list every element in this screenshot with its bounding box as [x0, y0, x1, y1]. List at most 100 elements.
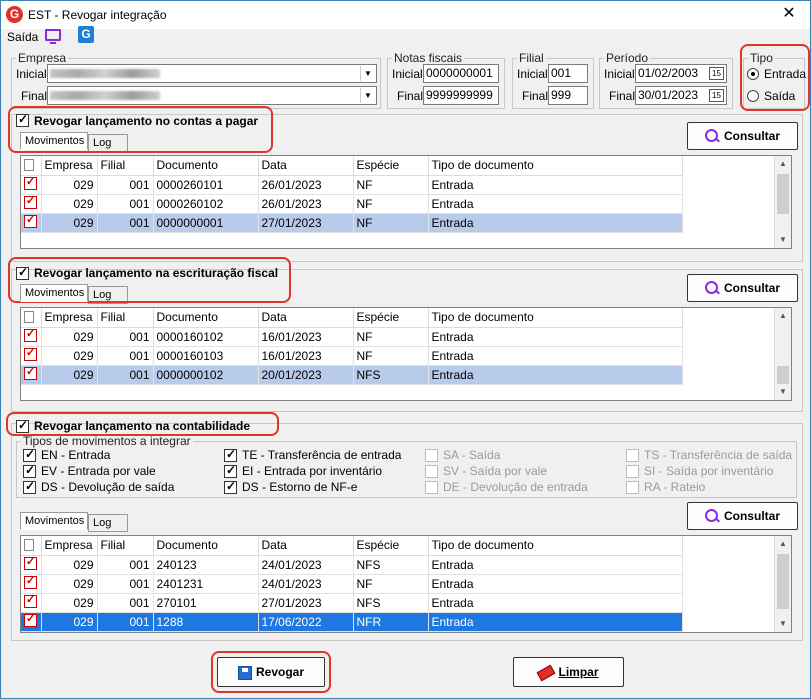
tipo-movimento-label[interactable]: EV - Entrada por vale: [41, 464, 156, 478]
table-row[interactable]: 029001000000010220/01/2023NFSEntrada: [21, 365, 683, 385]
tab-movimentos[interactable]: Movimentos: [20, 284, 88, 302]
tab-movimentos[interactable]: Movimentos: [20, 512, 88, 530]
scroll-up-icon[interactable]: ▲: [775, 536, 791, 552]
tipo-movimento-label[interactable]: EN - Entrada: [41, 448, 110, 462]
row-checkbox[interactable]: [24, 612, 37, 627]
row-checkbox-cell[interactable]: [21, 327, 42, 347]
column-header[interactable]: Filial: [97, 308, 154, 328]
chevron-down-icon[interactable]: ▼: [360, 88, 375, 103]
tipo-movimento-label[interactable]: DS - Estorno de NF-e: [242, 480, 357, 494]
table-row[interactable]: 02900124012324/01/2023NFSEntrada: [21, 555, 683, 575]
tipo-movimento-checkbox[interactable]: [224, 479, 237, 494]
table-row[interactable]: 029001000026010126/01/2023NFEntrada: [21, 175, 683, 195]
empresa-final-combo[interactable]: ▼: [47, 86, 377, 105]
column-header[interactable]: Espécie: [353, 536, 429, 556]
column-header[interactable]: Documento: [153, 308, 259, 328]
notas-final-input[interactable]: 9999999999: [423, 86, 499, 105]
tipo-movimento-checkbox[interactable]: [23, 463, 36, 478]
column-header[interactable]: Tipo de documento: [428, 156, 683, 176]
close-window-button[interactable]: ✕: [774, 3, 804, 25]
tab-movimentos[interactable]: Movimentos: [20, 132, 88, 150]
limpar-button[interactable]: Limpar: [513, 657, 624, 687]
filial-inicial-input[interactable]: 001: [548, 64, 588, 83]
table-row[interactable]: 02900127010127/01/2023NFSEntrada: [21, 593, 683, 613]
scroll-down-icon[interactable]: ▼: [775, 616, 791, 632]
row-checkbox[interactable]: [24, 555, 37, 570]
escrituracao-checkbox[interactable]: [16, 265, 29, 280]
column-header[interactable]: Data: [258, 536, 354, 556]
column-header[interactable]: Tipo de documento: [428, 536, 683, 556]
row-checkbox-cell[interactable]: [21, 346, 42, 366]
tipo-saida-radio[interactable]: [747, 90, 759, 102]
table-row[interactable]: 029001128817/06/2022NFREntrada: [21, 612, 683, 632]
column-header[interactable]: Tipo de documento: [428, 308, 683, 328]
tab-log[interactable]: Log: [88, 134, 128, 152]
notas-inicial-input[interactable]: 0000000001: [423, 64, 499, 83]
column-header[interactable]: Espécie: [353, 156, 429, 176]
vertical-scrollbar[interactable]: ▲ ▼: [774, 536, 791, 632]
contas-pagar-title[interactable]: Revogar lançamento no contas a pagar: [34, 114, 258, 128]
tipo-movimento-checkbox[interactable]: [23, 479, 36, 494]
column-header[interactable]: Empresa: [41, 308, 98, 328]
periodo-final-date[interactable]: 30/01/2023 15: [635, 86, 727, 105]
row-checkbox-cell[interactable]: [21, 612, 42, 632]
monitor-icon[interactable]: [45, 29, 61, 44]
row-checkbox[interactable]: [24, 346, 37, 361]
consultar-button[interactable]: Consultar: [687, 502, 798, 530]
column-header[interactable]: Filial: [97, 156, 154, 176]
row-checkbox[interactable]: [24, 213, 37, 228]
row-checkbox-cell[interactable]: [21, 555, 42, 575]
empresa-inicial-combo[interactable]: ▼: [47, 64, 377, 83]
row-checkbox[interactable]: [24, 574, 37, 589]
column-header[interactable]: Data: [258, 156, 354, 176]
contas-pagar-grid[interactable]: Empresa Filial Documento Data Espécie Tipo de…: [20, 155, 792, 249]
row-checkbox[interactable]: [24, 175, 37, 190]
tipo-movimento-label[interactable]: TE - Transferência de entrada: [242, 448, 401, 462]
table-row[interactable]: 029001000000000127/01/2023NFEntrada: [21, 213, 683, 233]
column-header[interactable]: Documento: [153, 536, 259, 556]
column-header[interactable]: Documento: [153, 156, 259, 176]
g-app-icon[interactable]: G: [78, 26, 94, 43]
consultar-button[interactable]: Consultar: [687, 122, 798, 150]
row-checkbox-cell[interactable]: [21, 213, 42, 233]
vertical-scrollbar[interactable]: ▲ ▼: [774, 308, 791, 400]
calendar-icon[interactable]: 15: [709, 89, 724, 102]
contabilidade-title[interactable]: Revogar lançamento na contabilidade: [34, 419, 250, 433]
tipo-saida-label[interactable]: Saída: [764, 89, 795, 103]
row-checkbox[interactable]: [24, 365, 37, 380]
table-row[interactable]: 029001000026010226/01/2023NFEntrada: [21, 194, 683, 214]
column-header[interactable]: Empresa: [41, 536, 98, 556]
contabilidade-checkbox[interactable]: [16, 418, 29, 433]
row-checkbox[interactable]: [24, 593, 37, 608]
table-row[interactable]: 029001240123124/01/2023NFEntrada: [21, 574, 683, 594]
scroll-thumb[interactable]: [777, 554, 789, 609]
tipo-movimento-checkbox[interactable]: [23, 447, 36, 462]
consultar-button[interactable]: Consultar: [687, 274, 798, 302]
tipo-movimento-label[interactable]: EI - Entrada por inventário: [242, 464, 382, 478]
scroll-up-icon[interactable]: ▲: [775, 308, 791, 324]
column-header[interactable]: Empresa: [41, 156, 98, 176]
tipo-movimento-label[interactable]: DS - Devolução de saída: [41, 480, 174, 494]
filial-final-input[interactable]: 999: [548, 86, 588, 105]
contas-pagar-checkbox[interactable]: [16, 112, 29, 127]
column-header[interactable]: Data: [258, 308, 354, 328]
vertical-scrollbar[interactable]: ▲ ▼: [774, 156, 791, 248]
tipo-entrada-radio[interactable]: [747, 68, 759, 80]
calendar-icon[interactable]: 15: [709, 67, 724, 80]
column-header[interactable]: Espécie: [353, 308, 429, 328]
tab-log[interactable]: Log: [88, 514, 128, 532]
row-checkbox-cell[interactable]: [21, 175, 42, 195]
tipo-movimento-checkbox[interactable]: [224, 447, 237, 462]
contabilidade-grid[interactable]: Empresa Filial Documento Data Espécie Tipo de…: [20, 535, 792, 633]
row-checkbox-cell[interactable]: [21, 593, 42, 613]
row-checkbox-cell[interactable]: [21, 365, 42, 385]
tipo-entrada-label[interactable]: Entrada: [764, 67, 806, 81]
escrituracao-grid[interactable]: Empresa Filial Documento Data Espécie Tipo de…: [20, 307, 792, 401]
scroll-down-icon[interactable]: ▼: [775, 384, 791, 400]
revogar-button[interactable]: Revogar: [217, 657, 325, 687]
table-row[interactable]: 029001000016010316/01/2023NFEntrada: [21, 346, 683, 366]
escrituracao-title[interactable]: Revogar lançamento na escrituração fisca…: [34, 266, 278, 280]
scroll-down-icon[interactable]: ▼: [775, 232, 791, 248]
periodo-inicial-date[interactable]: 01/02/2003 15: [635, 64, 727, 83]
scroll-thumb[interactable]: [777, 366, 789, 384]
